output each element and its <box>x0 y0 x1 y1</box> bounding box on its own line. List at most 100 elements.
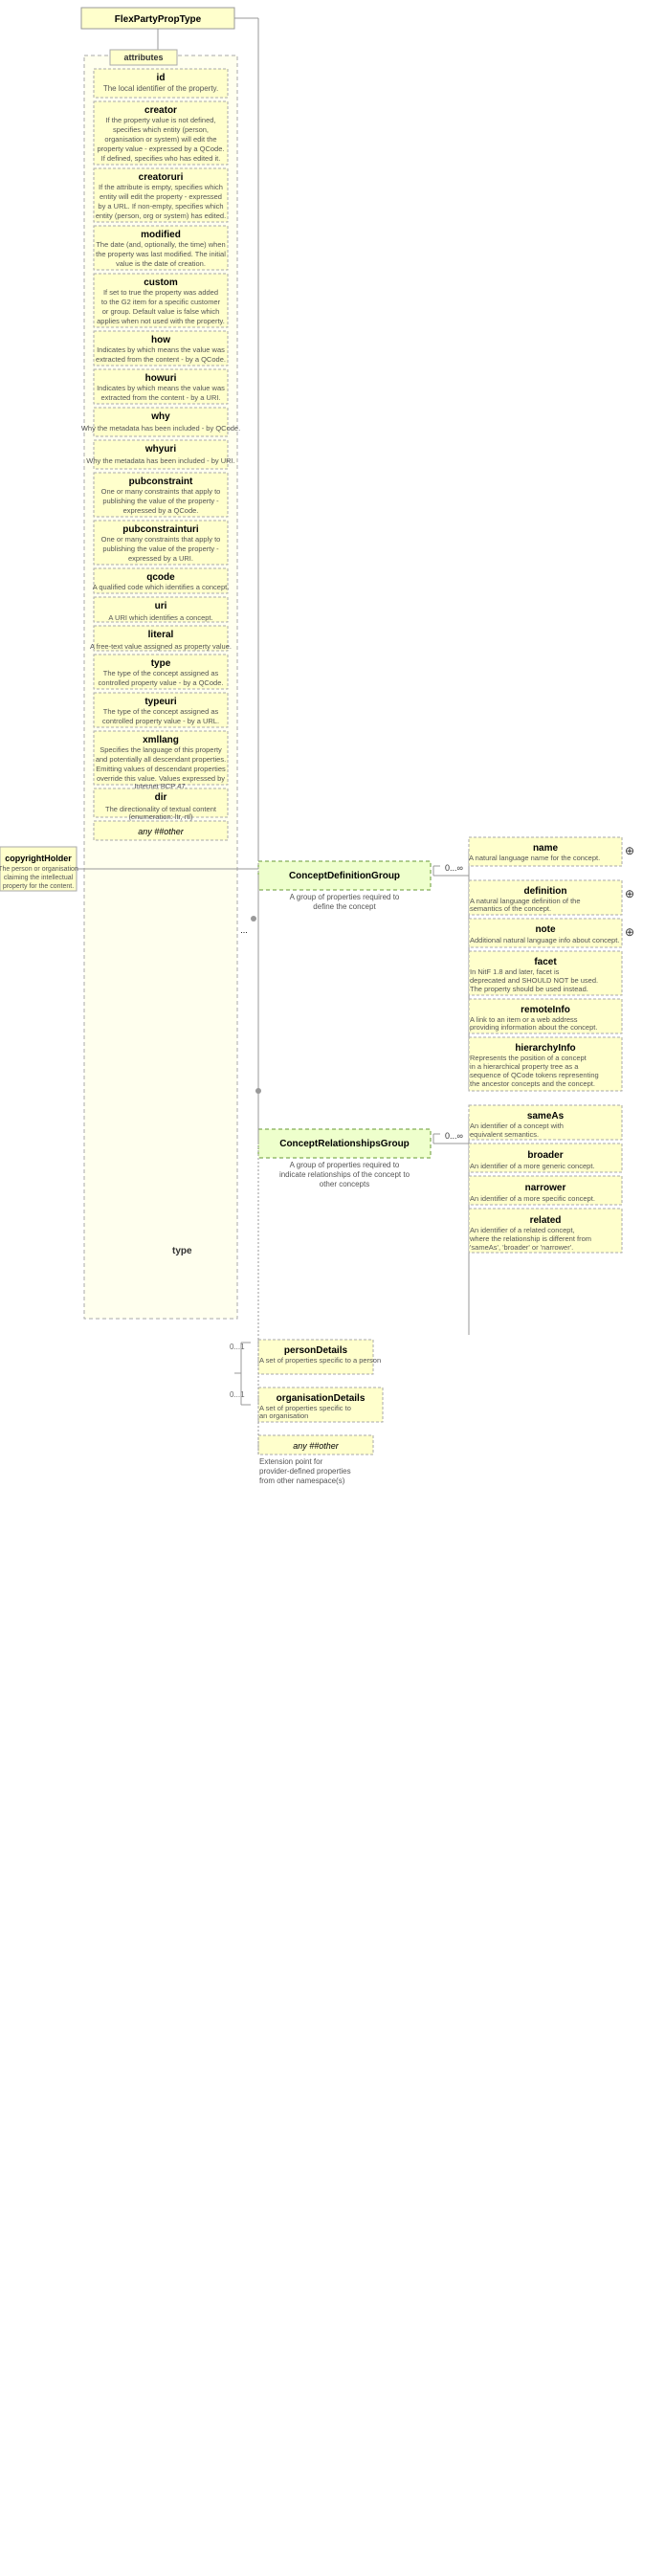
svg-text:If set to true the property wa: If set to true the property was added <box>103 288 218 297</box>
svg-text:whyuri: whyuri <box>144 444 176 455</box>
svg-text:deprecated and SHOULD NOT be u: deprecated and SHOULD NOT be used. <box>470 976 598 985</box>
svg-text:pubconstraint: pubconstraint <box>129 477 193 487</box>
svg-text:from other namespace(s): from other namespace(s) <box>259 1477 345 1485</box>
svg-text:providing information about th: providing information about the concept. <box>470 1023 597 1032</box>
svg-text:to the G2 item for a specific: to the G2 item for a specific customer <box>101 298 221 306</box>
type-attr-label: type <box>172 1246 192 1256</box>
svg-text:organisationDetails: organisationDetails <box>277 1393 366 1404</box>
svg-text:Represents the position of a c: Represents the position of a concept <box>470 1054 587 1062</box>
svg-text:An identifier of a more generi: An identifier of a more generic concept. <box>470 1162 595 1170</box>
svg-text:entity will edit the property: entity will edit the property - expresse… <box>100 192 222 201</box>
svg-text:Emitting values of descendant: Emitting values of descendant properties <box>96 765 226 773</box>
svg-text:FlexPartyPropType: FlexPartyPropType <box>115 14 202 25</box>
svg-text:other concepts: other concepts <box>320 1180 369 1188</box>
svg-text:ConceptDefinitionGroup: ConceptDefinitionGroup <box>289 871 400 881</box>
svg-text:(enumeration: ltr, rtl): (enumeration: ltr, rtl) <box>128 812 193 821</box>
svg-text:Why the metadata has been incl: Why the metadata has been included - by … <box>81 424 240 433</box>
svg-text:creatoruri: creatoruri <box>139 172 184 183</box>
svg-text:⊕: ⊕ <box>625 925 634 939</box>
svg-text:property value - expressed by: property value - expressed by a QCode. <box>98 144 225 153</box>
svg-text:Why the metadata has been incl: Why the metadata has been included - by … <box>86 456 235 465</box>
svg-text:custom: custom <box>144 278 178 288</box>
svg-text:copyrightHolder: copyrightHolder <box>5 854 72 863</box>
svg-text:The local identifier of the pr: The local identifier of the property. <box>103 84 218 93</box>
svg-text:any ##other: any ##other <box>138 827 185 836</box>
svg-text:pubconstrainturi: pubconstrainturi <box>122 524 199 535</box>
svg-text:A group of properties required: A group of properties required to <box>290 1161 400 1169</box>
svg-text:Indicates by which means the v: Indicates by which means the value was <box>97 345 225 354</box>
svg-text:The person or organisation: The person or organisation <box>0 866 78 873</box>
svg-text:controlled property value - by: controlled property value - by a URL. <box>102 717 219 725</box>
svg-text:uri: uri <box>155 601 167 611</box>
svg-text:remoteInfo: remoteInfo <box>521 1005 570 1015</box>
svg-text:⊕: ⊕ <box>625 887 634 900</box>
svg-text:property for the content.: property for the content. <box>3 883 74 890</box>
svg-text:extracted from the content - b: extracted from the content - by a QCode. <box>96 355 226 364</box>
svg-text:any ##other: any ##other <box>293 1441 340 1451</box>
svg-text:expressed by a QCode.: expressed by a QCode. <box>123 506 199 515</box>
svg-text:An identifier of a related con: An identifier of a related concept, <box>470 1226 575 1234</box>
svg-text:xmllang: xmllang <box>143 735 179 745</box>
svg-text:where the relationship is diff: where the relationship is different from <box>469 1234 591 1243</box>
svg-text:The type of the concept assign: The type of the concept assigned as <box>103 707 219 716</box>
svg-text:equivalent semantics.: equivalent semantics. <box>470 1130 539 1139</box>
svg-text:definition: definition <box>524 886 567 897</box>
attr-id: id <box>157 73 166 83</box>
svg-text:the ancestor concepts and the: the ancestor concepts and the concept. <box>470 1079 595 1088</box>
svg-text:how: how <box>151 335 170 345</box>
svg-text:broader: broader <box>527 1150 563 1161</box>
svg-text:creator: creator <box>144 105 177 116</box>
svg-text:narrower: narrower <box>525 1183 566 1193</box>
svg-text:expressed by a URI.: expressed by a URI. <box>128 554 193 563</box>
svg-text:An identifier of a more specif: An identifier of a more specific concept… <box>470 1194 595 1203</box>
svg-text:...: ... <box>240 925 248 935</box>
svg-text:indicate relationships of the: indicate relationships of the concept to <box>279 1170 410 1179</box>
svg-text:One or many constraints that a: One or many constraints that apply to <box>101 535 221 544</box>
svg-text:value is the date of creation.: value is the date of creation. <box>116 259 206 268</box>
svg-text:type: type <box>151 658 171 669</box>
svg-text:entity (person, org or system): entity (person, org or system) has edite… <box>96 211 226 220</box>
svg-text:0...1: 0...1 <box>230 1390 245 1399</box>
svg-text:modified: modified <box>141 230 181 240</box>
svg-text:A natural language name for th: A natural language name for the concept. <box>469 854 600 862</box>
svg-text:A set of properties specific t: A set of properties specific to a person <box>259 1356 381 1365</box>
svg-text:in a hierarchical property tre: in a hierarchical property tree as a <box>470 1062 579 1071</box>
svg-text:A URI which identifies a conce: A URI which identifies a concept. <box>108 613 212 622</box>
svg-text:ConceptRelationshipsGroup: ConceptRelationshipsGroup <box>279 1139 410 1149</box>
svg-text:howuri: howuri <box>145 373 177 384</box>
svg-text:⊕: ⊕ <box>625 844 634 857</box>
svg-text:extracted from the content - b: extracted from the content - by a URI. <box>100 393 220 402</box>
svg-text:typeuri: typeuri <box>144 697 177 707</box>
svg-text:hierarchyInfo: hierarchyInfo <box>515 1043 575 1054</box>
svg-text:Extension point for: Extension point for <box>259 1457 323 1466</box>
svg-text:literal: literal <box>148 630 174 640</box>
svg-text:qcode: qcode <box>146 572 175 583</box>
svg-text:related: related <box>530 1215 562 1226</box>
svg-text:The date (and, optionally, the: The date (and, optionally, the time) whe… <box>96 240 225 249</box>
svg-text:In NitF 1.8 and later, facet i: In NitF 1.8 and later, facet is <box>470 967 560 976</box>
svg-text:name: name <box>533 843 559 854</box>
svg-text:A group of properties required: A group of properties required to <box>290 893 400 901</box>
svg-text:personDetails: personDetails <box>284 1345 348 1356</box>
svg-text:an organisation: an organisation <box>259 1411 308 1420</box>
svg-text:publishing the value of the pr: publishing the value of the property - <box>102 544 219 553</box>
svg-text:The type of the concept assign: The type of the concept assigned as <box>103 669 219 677</box>
svg-text:The property should be used in: The property should be used instead. <box>470 985 588 993</box>
attributes-label: attributes <box>123 53 163 62</box>
svg-text:why: why <box>150 411 170 422</box>
svg-text:dir: dir <box>155 792 167 803</box>
svg-text:sameAs: sameAs <box>527 1111 565 1121</box>
svg-text:A free-text value assigned as: A free-text value assigned as property v… <box>90 642 232 651</box>
svg-text:If the attribute is empty, spe: If the attribute is empty, specifies whi… <box>99 183 223 191</box>
svg-text:One or many constraints that a: One or many constraints that apply to <box>101 487 221 496</box>
svg-text:define the concept: define the concept <box>313 902 376 911</box>
svg-text:A qualified code which identif: A qualified code which identifies a conc… <box>93 583 230 591</box>
svg-text:Specifies the language of this: Specifies the language of this property <box>100 745 222 754</box>
svg-text:and potentially all descendant: and potentially all descendant propertie… <box>96 755 226 764</box>
svg-text:controlled property value - by: controlled property value - by a QCode. <box>99 678 224 687</box>
svg-text:the property was last modified: the property was last modified. The init… <box>96 250 226 258</box>
svg-text:publishing the value of the pr: publishing the value of the property - <box>102 497 219 505</box>
svg-text:0...∞: 0...∞ <box>445 1131 463 1141</box>
svg-text:claiming the intellectual: claiming the intellectual <box>4 875 74 881</box>
svg-text:organisation or system) will e: organisation or system) will edit the <box>104 135 216 144</box>
